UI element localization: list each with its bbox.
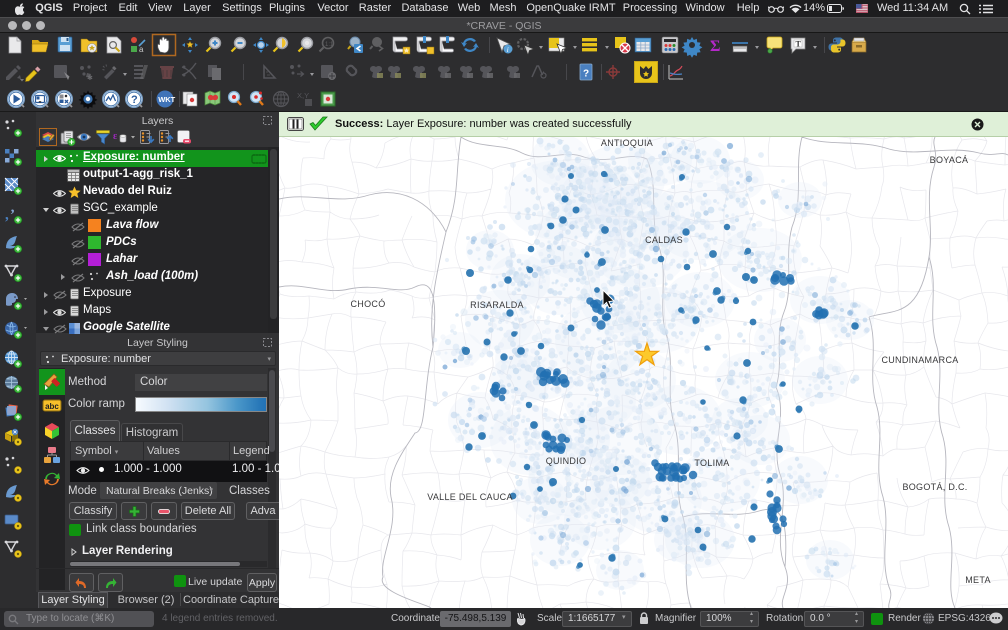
svg-text:a: a xyxy=(139,45,144,54)
svg-text:ANTIOQUIA: ANTIOQUIA xyxy=(601,138,653,148)
svg-text:?: ? xyxy=(131,94,138,106)
svg-text:i: i xyxy=(507,46,509,54)
svg-text:X,Y: X,Y xyxy=(297,91,309,100)
svg-text:CHOCÓ: CHOCÓ xyxy=(351,299,386,309)
svg-text:META: META xyxy=(965,575,991,585)
svg-text:RISARALDA: RISARALDA xyxy=(470,300,524,310)
svg-text:CALDAS: CALDAS xyxy=(645,235,683,245)
svg-text:TOLIMA: TOLIMA xyxy=(694,458,729,468)
svg-text:T: T xyxy=(796,40,802,49)
svg-text:abc: abc xyxy=(45,402,59,411)
svg-text:✱: ✱ xyxy=(87,74,93,82)
svg-text:BOYACÁ: BOYACÁ xyxy=(930,155,969,165)
svg-text:,: , xyxy=(5,207,9,223)
svg-text:?: ? xyxy=(583,69,589,80)
svg-text:ε: ε xyxy=(113,131,118,142)
svg-text:QUINDIO: QUINDIO xyxy=(546,456,587,466)
svg-text:BOGOTÁ, D.C.: BOGOTÁ, D.C. xyxy=(902,482,967,492)
svg-text:VALLE DEL CAUCA: VALLE DEL CAUCA xyxy=(427,492,513,502)
svg-text:CUNDINAMARCA: CUNDINAMARCA xyxy=(881,355,958,365)
svg-text:Σ: Σ xyxy=(710,38,720,55)
svg-text:WKT: WKT xyxy=(158,95,175,104)
svg-text:1:1: 1:1 xyxy=(325,42,334,48)
